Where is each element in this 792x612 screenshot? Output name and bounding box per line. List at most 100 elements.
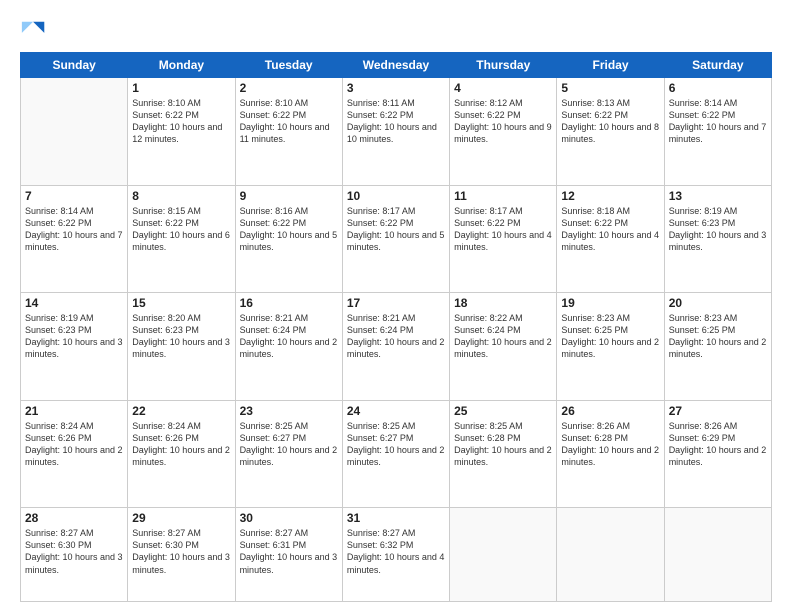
day-number: 9 [240, 189, 338, 203]
day-info: Sunrise: 8:21 AMSunset: 6:24 PMDaylight:… [347, 312, 445, 361]
day-number: 16 [240, 296, 338, 310]
day-number: 15 [132, 296, 230, 310]
day-number: 20 [669, 296, 767, 310]
day-number: 5 [561, 81, 659, 95]
day-number: 18 [454, 296, 552, 310]
day-info: Sunrise: 8:19 AMSunset: 6:23 PMDaylight:… [669, 205, 767, 254]
page: SundayMondayTuesdayWednesdayThursdayFrid… [0, 0, 792, 612]
day-number: 6 [669, 81, 767, 95]
day-number: 11 [454, 189, 552, 203]
day-number: 7 [25, 189, 123, 203]
day-info: Sunrise: 8:14 AMSunset: 6:22 PMDaylight:… [669, 97, 767, 146]
calendar-cell: 21 Sunrise: 8:24 AMSunset: 6:26 PMDayligh… [21, 400, 128, 508]
day-number: 8 [132, 189, 230, 203]
week-row-1: 1 Sunrise: 8:10 AMSunset: 6:22 PMDaylight… [21, 78, 772, 186]
day-number: 23 [240, 404, 338, 418]
day-number: 22 [132, 404, 230, 418]
day-number: 13 [669, 189, 767, 203]
week-row-2: 7 Sunrise: 8:14 AMSunset: 6:22 PMDaylight… [21, 185, 772, 293]
calendar-cell: 6 Sunrise: 8:14 AMSunset: 6:22 PMDaylight… [664, 78, 771, 186]
calendar-cell: 17 Sunrise: 8:21 AMSunset: 6:24 PMDayligh… [342, 293, 449, 401]
day-number: 25 [454, 404, 552, 418]
day-info: Sunrise: 8:11 AMSunset: 6:22 PMDaylight:… [347, 97, 445, 146]
calendar-cell: 20 Sunrise: 8:23 AMSunset: 6:25 PMDayligh… [664, 293, 771, 401]
weekday-header-row: SundayMondayTuesdayWednesdayThursdayFrid… [21, 53, 772, 78]
calendar-cell: 11 Sunrise: 8:17 AMSunset: 6:22 PMDayligh… [450, 185, 557, 293]
day-info: Sunrise: 8:17 AMSunset: 6:22 PMDaylight:… [454, 205, 552, 254]
day-number: 2 [240, 81, 338, 95]
day-number: 17 [347, 296, 445, 310]
day-info: Sunrise: 8:16 AMSunset: 6:22 PMDaylight:… [240, 205, 338, 254]
weekday-header-wednesday: Wednesday [342, 53, 449, 78]
day-info: Sunrise: 8:14 AMSunset: 6:22 PMDaylight:… [25, 205, 123, 254]
week-row-5: 28 Sunrise: 8:27 AMSunset: 6:30 PMDayligh… [21, 508, 772, 602]
weekday-header-friday: Friday [557, 53, 664, 78]
day-info: Sunrise: 8:23 AMSunset: 6:25 PMDaylight:… [561, 312, 659, 361]
calendar-cell: 14Sunrise: 8:19 AMSunset: 6:23 PMDayligh… [21, 293, 128, 401]
day-info: Sunrise: 8:23 AMSunset: 6:25 PMDaylight:… [669, 312, 767, 361]
weekday-header-monday: Monday [128, 53, 235, 78]
calendar-cell: 12Sunrise: 8:18 AMSunset: 6:22 PMDayligh… [557, 185, 664, 293]
calendar-cell: 4Sunrise: 8:12 AMSunset: 6:22 PMDaylight… [450, 78, 557, 186]
weekday-header-saturday: Saturday [664, 53, 771, 78]
logo [20, 18, 52, 46]
day-number: 3 [347, 81, 445, 95]
weekday-header-thursday: Thursday [450, 53, 557, 78]
calendar-cell: 2 Sunrise: 8:10 AMSunset: 6:22 PMDaylight… [235, 78, 342, 186]
day-info: Sunrise: 8:25 AMSunset: 6:27 PMDaylight:… [240, 420, 338, 469]
day-info: Sunrise: 8:10 AMSunset: 6:22 PMDaylight:… [132, 97, 230, 146]
day-number: 19 [561, 296, 659, 310]
calendar-cell: 5Sunrise: 8:13 AMSunset: 6:22 PMDaylight… [557, 78, 664, 186]
calendar-cell [450, 508, 557, 602]
day-number: 31 [347, 511, 445, 525]
day-number: 10 [347, 189, 445, 203]
day-info: Sunrise: 8:27 AMSunset: 6:32 PMDaylight:… [347, 527, 445, 576]
day-number: 29 [132, 511, 230, 525]
day-info: Sunrise: 8:22 AMSunset: 6:24 PMDaylight:… [454, 312, 552, 361]
day-number: 30 [240, 511, 338, 525]
calendar-cell: 26 Sunrise: 8:26 AMSunset: 6:28 PMDayligh… [557, 400, 664, 508]
day-info: Sunrise: 8:12 AMSunset: 6:22 PMDaylight:… [454, 97, 552, 146]
day-info: Sunrise: 8:24 AMSunset: 6:26 PMDaylight:… [25, 420, 123, 469]
calendar-cell: 19 Sunrise: 8:23 AMSunset: 6:25 PMDayligh… [557, 293, 664, 401]
calendar-table: SundayMondayTuesdayWednesdayThursdayFrid… [20, 52, 772, 602]
calendar-cell: 24 Sunrise: 8:25 AMSunset: 6:27 PMDayligh… [342, 400, 449, 508]
calendar-cell: 8 Sunrise: 8:15 AMSunset: 6:22 PMDaylight… [128, 185, 235, 293]
calendar-cell: 31 Sunrise: 8:27 AMSunset: 6:32 PMDayligh… [342, 508, 449, 602]
day-info: Sunrise: 8:10 AMSunset: 6:22 PMDaylight:… [240, 97, 338, 146]
calendar-cell: 1 Sunrise: 8:10 AMSunset: 6:22 PMDaylight… [128, 78, 235, 186]
week-row-4: 21 Sunrise: 8:24 AMSunset: 6:26 PMDayligh… [21, 400, 772, 508]
calendar-cell: 18 Sunrise: 8:22 AMSunset: 6:24 PMDayligh… [450, 293, 557, 401]
day-info: Sunrise: 8:27 AMSunset: 6:31 PMDaylight:… [240, 527, 338, 576]
calendar-cell: 28 Sunrise: 8:27 AMSunset: 6:30 PMDayligh… [21, 508, 128, 602]
calendar-cell: 30 Sunrise: 8:27 AMSunset: 6:31 PMDayligh… [235, 508, 342, 602]
calendar-cell: 25 Sunrise: 8:25 AMSunset: 6:28 PMDayligh… [450, 400, 557, 508]
day-info: Sunrise: 8:17 AMSunset: 6:22 PMDaylight:… [347, 205, 445, 254]
day-info: Sunrise: 8:24 AMSunset: 6:26 PMDaylight:… [132, 420, 230, 469]
day-number: 27 [669, 404, 767, 418]
day-info: Sunrise: 8:27 AMSunset: 6:30 PMDaylight:… [25, 527, 123, 576]
day-number: 28 [25, 511, 123, 525]
day-number: 21 [25, 404, 123, 418]
calendar-cell [664, 508, 771, 602]
calendar-cell: 13 Sunrise: 8:19 AMSunset: 6:23 PMDayligh… [664, 185, 771, 293]
day-number: 26 [561, 404, 659, 418]
day-info: Sunrise: 8:25 AMSunset: 6:28 PMDaylight:… [454, 420, 552, 469]
day-number: 1 [132, 81, 230, 95]
day-number: 24 [347, 404, 445, 418]
calendar-cell [21, 78, 128, 186]
header [20, 18, 772, 46]
weekday-header-sunday: Sunday [21, 53, 128, 78]
calendar-cell: 7 Sunrise: 8:14 AMSunset: 6:22 PMDaylight… [21, 185, 128, 293]
calendar-cell: 9 Sunrise: 8:16 AMSunset: 6:22 PMDaylight… [235, 185, 342, 293]
day-info: Sunrise: 8:19 AMSunset: 6:23 PMDaylight:… [25, 312, 123, 361]
day-info: Sunrise: 8:15 AMSunset: 6:22 PMDaylight:… [132, 205, 230, 254]
day-info: Sunrise: 8:26 AMSunset: 6:28 PMDaylight:… [561, 420, 659, 469]
week-row-3: 14Sunrise: 8:19 AMSunset: 6:23 PMDayligh… [21, 293, 772, 401]
logo-icon [20, 18, 48, 46]
day-info: Sunrise: 8:25 AMSunset: 6:27 PMDaylight:… [347, 420, 445, 469]
calendar-cell: 3 Sunrise: 8:11 AMSunset: 6:22 PMDaylight… [342, 78, 449, 186]
calendar-cell: 16 Sunrise: 8:21 AMSunset: 6:24 PMDayligh… [235, 293, 342, 401]
day-info: Sunrise: 8:21 AMSunset: 6:24 PMDaylight:… [240, 312, 338, 361]
calendar-cell: 27Sunrise: 8:26 AMSunset: 6:29 PMDayligh… [664, 400, 771, 508]
